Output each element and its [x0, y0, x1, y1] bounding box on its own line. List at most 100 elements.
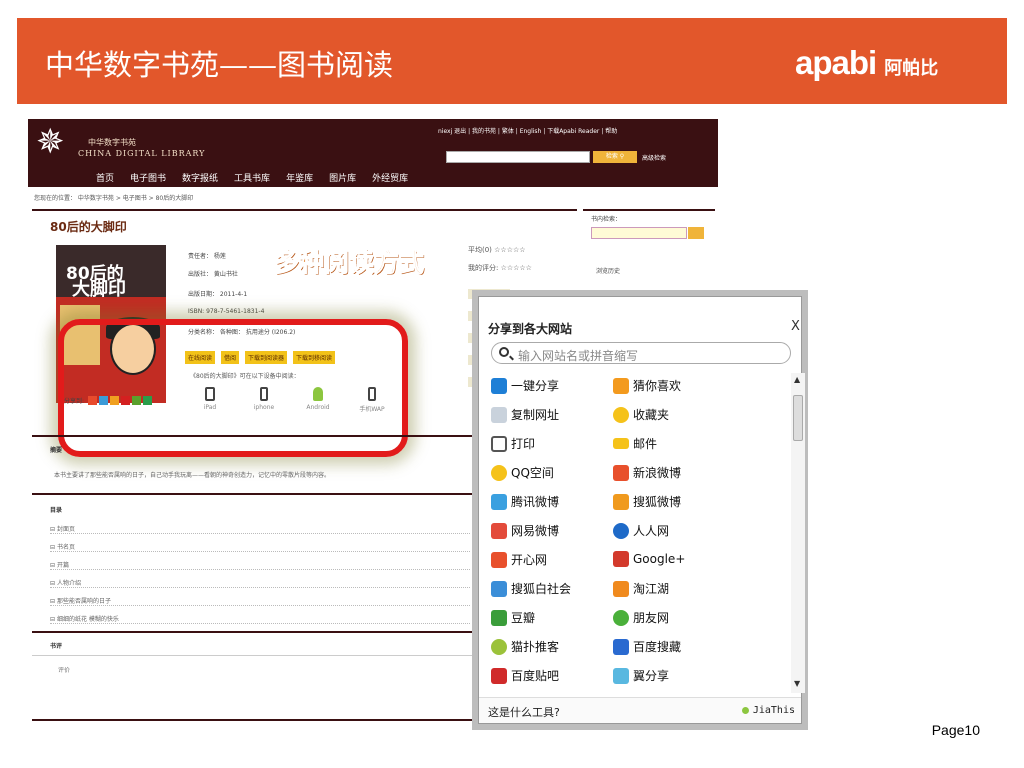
- book-title: 80后的大脚印: [50, 220, 127, 234]
- in-book-search-label: 书内检索：: [591, 216, 622, 223]
- service-google-plus[interactable]: Google+: [613, 551, 685, 567]
- heart-icon: [613, 377, 629, 394]
- library-logo-icon: ✵: [36, 122, 65, 162]
- baidu-paw-icon: [613, 638, 629, 655]
- in-book-search-button[interactable]: [688, 227, 704, 239]
- toc-item[interactable]: ⊟ 开篇: [50, 560, 470, 570]
- netease-weibo-icon: [491, 522, 507, 539]
- share-search-input[interactable]: 输入网站名或拼音缩写: [491, 342, 791, 364]
- book-author: 责任者： 杨莲: [188, 253, 226, 260]
- service-favorites[interactable]: 收藏夹: [613, 406, 669, 423]
- toc-item[interactable]: ⊟ 人物介绍: [50, 578, 470, 588]
- service-douban[interactable]: 豆瓣: [491, 609, 535, 626]
- printer-icon: [491, 435, 507, 452]
- nav-item-home[interactable]: 首页: [96, 171, 114, 184]
- divider: [583, 209, 715, 211]
- page-number: Page10: [931, 722, 980, 738]
- search-icon: ⚲: [619, 153, 625, 160]
- share-popup-footer: 这是什么工具? JiaThis: [479, 697, 801, 723]
- copy-icon: [491, 406, 507, 423]
- tencent-weibo-icon: [491, 493, 507, 510]
- service-copy-url[interactable]: 复制网址: [491, 406, 559, 423]
- service-renren[interactable]: 人人网: [613, 522, 669, 539]
- breadcrumb: 您现在的位置： 中华数字书苑 > 电子图书 > 80后的大脚印: [34, 195, 194, 202]
- scroll-thumb[interactable]: [793, 395, 803, 441]
- site-nav: 首页 电子图书 数字报纸 工具书库 年鉴库 图片库 外经贸库: [96, 171, 408, 184]
- advanced-search-link[interactable]: 高级检索: [642, 153, 666, 162]
- nav-item-reference[interactable]: 工具书库: [234, 171, 270, 184]
- service-sohu-bai[interactable]: 搜狐白社会: [491, 580, 571, 597]
- book-publisher: 出版社： 黄山书社: [188, 271, 238, 278]
- yi-share-icon: [613, 667, 629, 684]
- review-link[interactable]: 评价: [58, 665, 70, 674]
- mail-icon: [613, 438, 629, 449]
- scroll-down-arrow-icon[interactable]: ▼: [794, 679, 800, 688]
- share-search-placeholder: 输入网站名或拼音缩写: [518, 349, 639, 363]
- close-button[interactable]: X: [791, 319, 800, 334]
- share-popup: 分享到各大网站 X 输入网站名或拼音缩写 一键分享 复制网址 打印 QQ空间 腾…: [472, 290, 808, 730]
- toc-item[interactable]: ⊟ 封面页: [50, 524, 470, 534]
- title-banner: 中华数字书苑——图书阅读 apabi 阿帕比: [17, 18, 1007, 104]
- scroll-up-arrow-icon[interactable]: ▲: [794, 375, 800, 384]
- share-popup-body: 分享到各大网站 X 输入网站名或拼音缩写 一键分享 复制网址 打印 QQ空间 腾…: [478, 296, 805, 724]
- service-tencent-weibo[interactable]: 腾讯微博: [491, 493, 559, 510]
- kaixin-icon: [491, 551, 507, 568]
- service-print[interactable]: 打印: [491, 435, 535, 452]
- site-search-button[interactable]: 检索 ⚲: [593, 151, 637, 163]
- service-list-scrollbar[interactable]: ▲ ▼: [791, 373, 805, 693]
- star-icon: [613, 406, 629, 423]
- clover-icon: [613, 609, 629, 626]
- share-popup-title: 分享到各大网站: [488, 322, 573, 336]
- service-guess-like[interactable]: 猜你喜欢: [613, 377, 681, 394]
- renren-icon: [613, 522, 629, 539]
- site-search-input[interactable]: [446, 151, 590, 163]
- rating-mine[interactable]: 我的评分: ☆☆☆☆☆: [468, 263, 532, 273]
- review-heading: 书评: [50, 643, 63, 650]
- logo-name-en: CHINA DIGITAL LIBRARY: [78, 149, 206, 158]
- service-yi-share[interactable]: 翼分享: [613, 667, 669, 684]
- taojianghu-icon: [613, 580, 629, 597]
- google-plus-icon: [613, 551, 629, 567]
- toc-item[interactable]: ⊟ 细细的纸花 模糊的快乐: [50, 614, 470, 624]
- callout-multiple-reading-modes: 多种阅读方式: [273, 248, 425, 278]
- apabi-logo: apabi 阿帕比: [795, 44, 938, 82]
- site-search-label: 检索: [605, 153, 618, 160]
- book-pub-date: 出版日期： 2011-4-1: [188, 291, 248, 298]
- nav-item-images[interactable]: 图片库: [329, 171, 356, 184]
- top-links[interactable]: niexj 退出 | 我的书苑 | 繁体 | English | 下载Apabi…: [438, 126, 617, 135]
- toc-item[interactable]: ⊟ 那些能否属响的日子: [50, 596, 470, 606]
- nav-item-trade[interactable]: 外经贸库: [372, 171, 408, 184]
- tieba-icon: [491, 667, 507, 684]
- service-kaixin[interactable]: 开心网: [491, 551, 547, 568]
- qzone-icon: [491, 464, 507, 481]
- service-baidu-tieba[interactable]: 百度贴吧: [491, 667, 559, 684]
- service-sina-weibo[interactable]: 新浪微博: [613, 464, 681, 481]
- what-is-this-link[interactable]: 这是什么工具?: [488, 704, 560, 720]
- in-book-search-input[interactable]: [591, 227, 687, 239]
- nav-item-newspapers[interactable]: 数字报纸: [182, 171, 218, 184]
- service-baidu-soucang[interactable]: 百度搜藏: [613, 638, 681, 655]
- logo-name-cn: 中华数字书苑: [88, 138, 136, 147]
- sohu-bai-icon: [491, 580, 507, 597]
- service-qzone[interactable]: QQ空间: [491, 464, 554, 481]
- service-one-click-share[interactable]: 一键分享: [491, 377, 559, 394]
- service-netease-weibo[interactable]: 网易微博: [491, 522, 559, 539]
- cover-title-line2: 大脚印: [72, 279, 126, 300]
- share-service-list: 一键分享 复制网址 打印 QQ空间 腾讯微博 网易微博 开心网 搜狐白社会 豆瓣…: [489, 373, 789, 693]
- toc-heading: 目录: [50, 507, 63, 514]
- slide-title: 中华数字书苑——图书阅读: [45, 48, 394, 82]
- search-icon: [499, 347, 509, 357]
- nav-item-ebooks[interactable]: 电子图书: [130, 171, 166, 184]
- service-sohu-weibo[interactable]: 搜狐微博: [613, 493, 681, 510]
- service-taojianghu[interactable]: 淘江湖: [613, 580, 669, 597]
- brand-en: apabi: [795, 44, 877, 81]
- book-isbn: ISBN: 978-7-5461-1831-4: [188, 308, 265, 315]
- jiathis-link[interactable]: JiaThis: [741, 705, 795, 716]
- nav-item-yearbooks[interactable]: 年鉴库: [286, 171, 313, 184]
- sina-weibo-icon: [613, 464, 629, 481]
- service-email[interactable]: 邮件: [613, 435, 657, 452]
- service-mop[interactable]: 猫扑推客: [491, 638, 559, 655]
- service-pengyou[interactable]: 朋友网: [613, 609, 669, 626]
- toc-item[interactable]: ⊟ 书名页: [50, 542, 470, 552]
- jiathis-icon: [741, 707, 749, 714]
